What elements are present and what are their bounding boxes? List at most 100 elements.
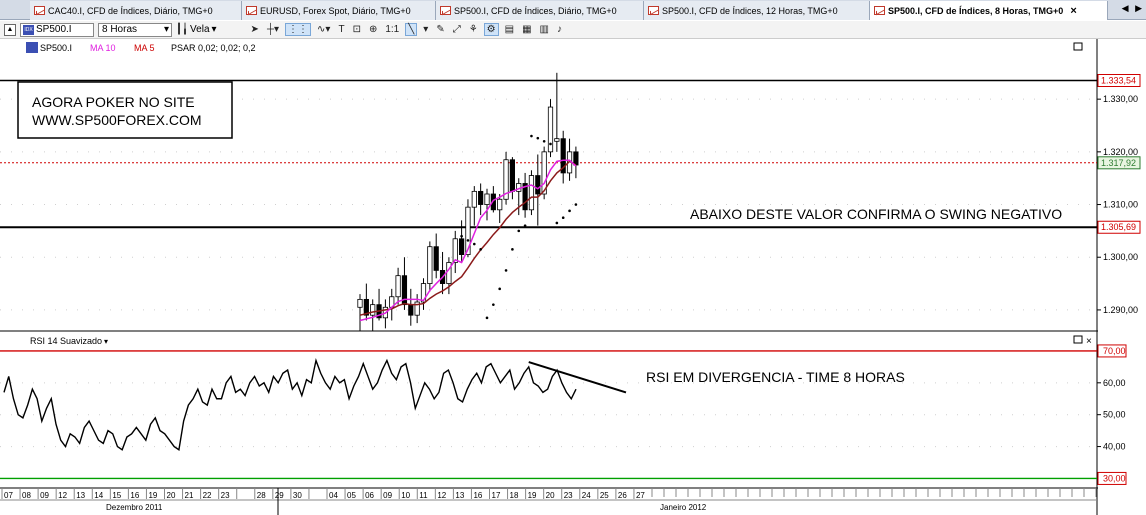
ruler-icon[interactable]: ⤢ <box>451 24 463 35</box>
time-tick-label: 26 <box>618 491 627 500</box>
ma5-label[interactable]: MA 5 <box>134 43 155 53</box>
close-icon[interactable]: × <box>1070 5 1076 17</box>
candle-body <box>478 190 484 205</box>
chart-area[interactable]: SP500.I MA 10 MA 5 PSAR 0,02; 0,02; 0,2 … <box>0 39 1146 515</box>
psar-dot <box>523 224 527 227</box>
price-axis: 1.290,00 1.300,00 1.310,00 1.320,00 1.330,00… <box>1097 74 1141 315</box>
template-icon[interactable]: ▤ <box>503 24 516 35</box>
psar-dot <box>511 248 514 251</box>
rsi-tick-label: 30,00 <box>1103 473 1126 483</box>
maximize-icon[interactable] <box>1073 335 1083 344</box>
price-label-icon[interactable]: ⊡ <box>351 24 363 35</box>
ma10-label[interactable]: MA 10 <box>90 43 116 53</box>
time-tick-label: 08 <box>22 491 31 500</box>
candle-body <box>452 238 458 263</box>
time-tick-label: 17 <box>492 491 501 500</box>
fan-icon[interactable]: ⚘ <box>467 24 480 35</box>
candle-icon: ┃╽ <box>176 24 189 35</box>
time-tick-label: 28 <box>257 491 266 500</box>
swing-annotation: ABAIXO DESTE VALOR CONFIRMA O SWING NEGA… <box>690 206 1062 222</box>
chart-icon <box>440 6 451 15</box>
export-icon[interactable]: ▦ <box>520 24 533 35</box>
cursor-icon[interactable]: ➤ <box>249 24 261 35</box>
tab-sp500-8h[interactable]: SP500.I, CFD de Índices, 8 Horas, TMG+0 … <box>870 1 1108 20</box>
candle-layer <box>357 72 579 331</box>
rsi-tick-label: 40,00 <box>1103 442 1126 452</box>
promo-frame <box>17 81 233 139</box>
rsi-header: RSI 14 Suavizado ▾ × <box>30 335 1092 347</box>
psar-dot <box>517 229 521 233</box>
pen-icon[interactable]: ✎ <box>434 24 446 35</box>
tab-label: EURUSD, Forex Spot, Diário, TMG+0 <box>260 5 411 16</box>
price-tick-label: 1.320,00 <box>1103 147 1138 157</box>
header-symbol[interactable]: SP500.I <box>40 43 72 53</box>
tab-scroll-arrows-icon[interactable]: ◀ ▶ <box>1122 3 1144 14</box>
print-icon[interactable]: ▥ <box>538 24 551 35</box>
promo-line2: WWW.SP500FOREX.COM <box>32 112 202 128</box>
index-icon <box>26 42 38 53</box>
rsi-label[interactable]: RSI 14 Suavizado <box>30 336 102 346</box>
candle-body <box>395 275 401 298</box>
psar-label[interactable]: PSAR 0,02; 0,02; 0,2 <box>171 43 256 53</box>
psar-dot <box>473 242 476 246</box>
alert-bell-icon[interactable]: ♪ <box>555 24 564 35</box>
collapse-up-icon[interactable]: ▲ <box>4 23 16 36</box>
time-tick-label: 14 <box>94 491 103 500</box>
time-tick-label: 16 <box>473 491 482 500</box>
candle-body <box>458 238 465 255</box>
time-tick-label: 12 <box>437 491 446 500</box>
time-tick-label: 09 <box>383 491 392 500</box>
tab-bar: CAC40.I, CFD de Índices, Diário, TMG+0 E… <box>0 0 1146 20</box>
symbol-selector[interactable]: IDX SP500.I <box>20 22 94 37</box>
crosshair-icon[interactable]: ┼▾ <box>265 24 281 35</box>
psar-dot <box>542 140 546 143</box>
time-tick-label: 20 <box>546 491 555 500</box>
text-icon[interactable]: T <box>336 24 346 35</box>
psar-dot <box>568 209 571 213</box>
indicator-icon[interactable]: ∿▾ <box>315 24 332 35</box>
index-icon: IDX <box>23 24 34 35</box>
zoom-icon[interactable]: ⊕ <box>367 24 379 35</box>
chevron-down-icon[interactable]: ▾ <box>421 24 430 35</box>
time-tick-label: 27 <box>636 491 645 500</box>
one-to-one-icon[interactable]: 1:1 <box>383 24 401 35</box>
tab-label: SP500.I, CFD de Índices, 12 Horas, TMG+0 <box>662 5 838 16</box>
tab-sp500-12h[interactable]: SP500.I, CFD de Índices, 12 Horas, TMG+0 <box>644 1 870 20</box>
candle-body <box>509 159 516 192</box>
chart-canvas[interactable]: SP500.I MA 10 MA 5 PSAR 0,02; 0,02; 0,2 … <box>0 39 1146 515</box>
grid-icon[interactable]: ⋮⋮ <box>285 23 312 36</box>
time-tick-label: 11 <box>419 491 428 500</box>
settings-icon[interactable]: ⚙ <box>483 23 499 36</box>
candle-body <box>484 193 490 205</box>
time-tick-label: 16 <box>130 491 139 500</box>
candle-body <box>408 304 414 316</box>
chart-icon <box>34 6 45 15</box>
tab-cac40-daily[interactable]: CAC40.I, CFD de Índices, Diário, TMG+0 <box>30 1 242 20</box>
timeframe-value: 8 Horas <box>102 24 138 35</box>
maximize-icon[interactable] <box>1073 42 1083 51</box>
time-tick-label: 04 <box>329 491 338 500</box>
chevron-down-icon[interactable]: ▾ <box>104 337 108 346</box>
timeframe-select[interactable]: 8 Horas ▾ <box>98 22 172 37</box>
trendline-icon[interactable]: ╲ <box>405 23 418 36</box>
divergence-trendline <box>528 361 627 394</box>
candle-body <box>554 138 560 142</box>
price-tick-label: 1.290,00 <box>1103 305 1138 315</box>
psar-dot <box>561 216 565 220</box>
rsi-tick-label: 70,00 <box>1103 346 1126 356</box>
current-price-label: 1.317,92 <box>1101 158 1136 168</box>
psar-dot <box>555 221 559 225</box>
psar-dot <box>574 203 578 206</box>
close-icon[interactable]: × <box>1086 336 1092 347</box>
high-level-label: 1.333,54 <box>1101 76 1136 86</box>
time-tick-label: 12 <box>58 491 67 500</box>
psar-dot <box>466 239 470 242</box>
psar-dot <box>460 234 463 238</box>
time-tick-label: 15 <box>112 491 121 500</box>
chart-type-select[interactable]: ┃╽ Vela ▾ <box>176 24 217 35</box>
month-label: Dezembro 2011 <box>106 503 163 512</box>
tab-eurusd-daily[interactable]: EURUSD, Forex Spot, Diário, TMG+0 <box>242 1 436 20</box>
time-tick-label: 23 <box>221 491 230 500</box>
tab-sp500-daily[interactable]: SP500.I, CFD de Índices, Diário, TMG+0 <box>436 1 644 20</box>
time-tick-label: 29 <box>275 491 284 500</box>
